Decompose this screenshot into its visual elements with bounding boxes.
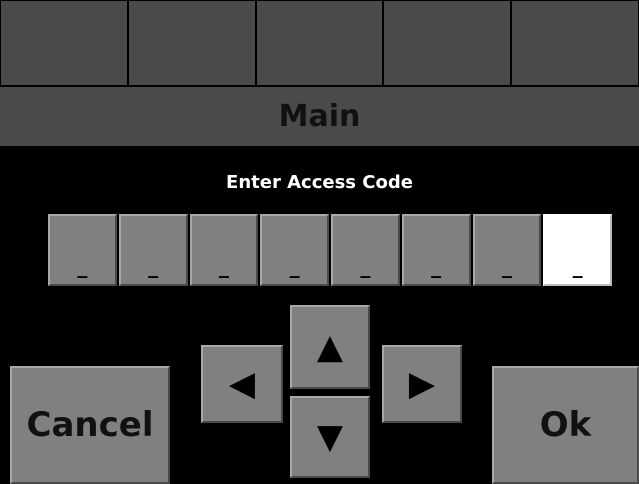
top-tab-2[interactable]: [127, 0, 256, 86]
access-code-screen: Main Enter Access Code _ _ _ _ _ _ _ _ ◀…: [0, 0, 639, 484]
top-tab-5[interactable]: [511, 0, 639, 86]
access-code-entry: _ _ _ _ _ _ _ _: [48, 214, 612, 286]
down-arrow-icon: ▼: [316, 417, 344, 457]
left-arrow-icon: ◀: [228, 364, 256, 404]
code-digit-5[interactable]: _: [331, 214, 400, 286]
up-arrow-icon: ▲: [316, 327, 344, 367]
code-digit-1[interactable]: _: [48, 214, 117, 286]
code-digit-3[interactable]: _: [189, 214, 259, 286]
right-arrow-icon: ▶: [408, 364, 436, 404]
ok-button[interactable]: Ok: [492, 366, 639, 484]
top-tab-bar: [0, 0, 639, 86]
top-tab-4[interactable]: [383, 0, 512, 86]
code-digit-2[interactable]: _: [118, 214, 188, 286]
code-digit-6[interactable]: _: [401, 214, 471, 286]
code-digit-7[interactable]: _: [472, 214, 542, 286]
code-digit-8-active[interactable]: _: [543, 214, 612, 286]
code-digit-4[interactable]: _: [260, 214, 329, 286]
top-tab-3[interactable]: [255, 0, 384, 86]
left-arrow-button[interactable]: ◀: [201, 345, 283, 423]
up-arrow-button[interactable]: ▲: [290, 305, 370, 389]
cancel-button[interactable]: Cancel: [10, 366, 170, 484]
page-title: Main: [0, 86, 639, 146]
access-code-prompt: Enter Access Code: [226, 172, 413, 193]
down-arrow-button[interactable]: ▼: [290, 396, 370, 478]
right-arrow-button[interactable]: ▶: [382, 345, 462, 423]
top-tab-1[interactable]: [0, 0, 128, 86]
